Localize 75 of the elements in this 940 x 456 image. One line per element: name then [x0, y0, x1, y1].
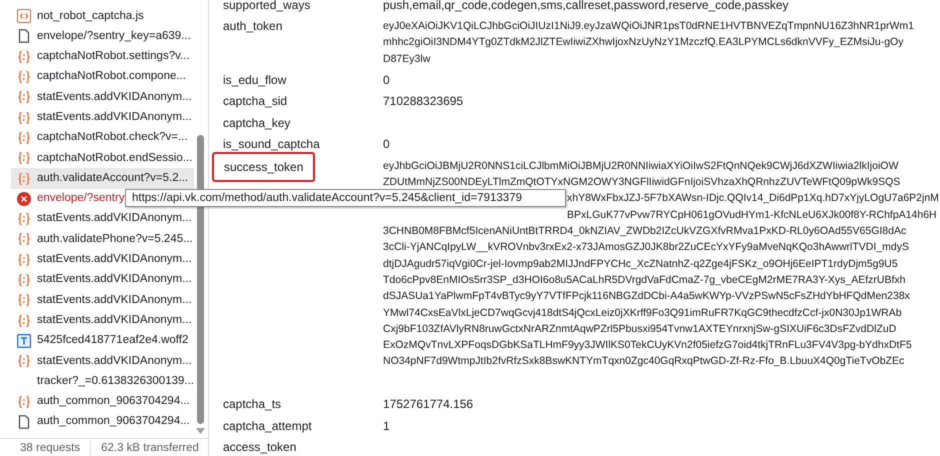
scroll-down-icon[interactable] [196, 428, 204, 434]
field-value-line: eyJ0eXAiOiJKV1QiLCJhbGciOiJIUzI1NiJ9.eyJzaWQiOiJNR1psT0dRNE1HVTBNVEZqTmpnNU16Z3hNR1prWm1 [383, 19, 914, 34]
braces-icon [17, 70, 31, 84]
request-row[interactable]: not_robot_captcha.js [11, 6, 194, 26]
field-key: supported_ways [223, 0, 310, 12]
braces-icon [17, 252, 31, 267]
request-row[interactable]: auth_common_9063704294... [11, 412, 194, 432]
field-value-line: ExOzMQvTnvLXPFoqsDGbKSaTLHmF9yy3JWIlKS0TekCUyKVn2f05iefzG7oid4tkjTRnFLu3FV4V3pg-bYdhxDtF5 [383, 338, 913, 354]
request-row[interactable]: statEvents.addVKIDAnonym... [11, 270, 194, 290]
field-value-line: push,email,qr_code,codegen,sms,callreset,password,reserve_code,passkey [383, 0, 789, 13]
braces-icon [17, 110, 31, 125]
request-row[interactable]: auth_common_9063704294... [11, 392, 194, 412]
request-count: 38 requests [20, 441, 92, 455]
field-key: captcha_sid [223, 93, 288, 110]
request-row[interactable]: captchaNotRobot.compone... [11, 66, 194, 88]
request-row[interactable]: captchaNotRobot.check?v=... [11, 128, 194, 148]
transferred-size: 62.3 kB transferred [100, 441, 199, 455]
braces-icon [17, 394, 31, 409]
field-value-line: 3CHNB0M8FBMcf5IcenANiUntBtTRRD4_0kNZIAV_ZWDb2IZcUkVZGXfvRMva1PxKD-RL0y6OAd55V65GI8dAc [383, 224, 908, 240]
field-value-line: ZDUtMmNjZS00NDEyLTlmZmQtOTYxNGM2OWY3NGFlIiwidGFnIjoiSVhzaXhQRnhzZUVTeWFtQ09pWk9SQS [383, 175, 902, 190]
braces-icon [17, 172, 31, 186]
request-row[interactable]: statEvents.addVKIDAnonym... [11, 310, 194, 331]
request-row[interactable]: statEvents.addVKIDAnonym... [11, 208, 194, 230]
field-key: is_sound_captcha [223, 136, 320, 152]
braces-icon [17, 354, 31, 368]
font-icon [17, 334, 31, 348]
script-icon [17, 9, 31, 24]
braces-icon [17, 151, 31, 166]
field-value-line: Cxj9bF103ZfAVlyRN8ruwGctxNrARZnmtAqwPZrl5Pbusxi954Tvnw1AXTEYnrxnjSw-gSIXUiF6c3DsFZvdDlZuD [383, 322, 898, 337]
field-key: captcha_key [223, 114, 290, 131]
field-value-line: BPxLGuK77vPvw7RYCpH061gOVudHYm1-KfcNLeU6XJk00f8Y-RChfpA14h6H [566, 208, 938, 223]
field-value-line: 1 [383, 418, 390, 434]
error-icon [17, 192, 31, 206]
url-tooltip: https://api.vk.com/method/auth.validateAccount?v=5.245&client_id=7913379 [125, 189, 566, 207]
field-value-line: Tdo6cPpv8EnMIOs5rr3SP_d3HOI6o8u5ACaLhR5DVrgdVaFdCmaZ-7g_vbeCEgM2rME7RA3Y-Xys_AEfzrUBfxh [383, 272, 907, 288]
braces-icon [17, 212, 31, 226]
request-row[interactable]: 5425fced418771eaf2e4.woff2 [11, 330, 194, 352]
field-value-line: eyJhbGciOiJBMjU2R0NNS1ciLCJlbmMiOiJBMjU2R0NNIiwiaXYiOiIwS2FtQnNQek9CWjJ6dXZWIiwia2lkIjoiOW [383, 158, 900, 174]
field-value-line: 1752761774.156 [383, 396, 474, 413]
request-row[interactable]: auth.validateAccount?v=5.2... [11, 168, 194, 189]
request-row[interactable]: statEvents.addVKIDAnonym... [11, 107, 194, 128]
field-key: is_edu_flow [223, 72, 286, 88]
request-row[interactable]: statEvents.addVKIDAnonym... [11, 351, 194, 372]
field-value-line: mhhc2giOiI3NDM4YTg0ZTdkM2JlZTEwIiwiZXhwIjoxNzUyNzY1MzczfQ.EA3LPYMCLs6dknVVFy_EZMsiJu-gOy [383, 35, 904, 50]
request-row[interactable]: statEvents.addVKIDAnonym... [11, 290, 194, 310]
request-row[interactable]: captchaNotRobot.settings?v... [11, 46, 194, 67]
request-row[interactable]: captchaNotRobot.endSessio... [11, 148, 194, 168]
field-value-line: dSJASUa1YaPlwmFpT4vBTyc9yY7VTfFPcjk116NBGZdDCbi-A4a5wKWYp-VVzPSwN5cFsZHdYbHFQdMen238x [383, 289, 911, 304]
braces-icon [17, 293, 31, 308]
field-value-line: 0 [383, 72, 390, 88]
field-key: auth_token [223, 18, 282, 34]
field-key: success_token [214, 154, 314, 180]
field-value-line: dtjDJAgudr57iqVgi0Cr-jel-Iovmp9ab2MIJJndFPYCHc_XcZNatnhZ-q2Zge4jFSKz_o9OHj6EeIPT1rdyDjm5g9U5 [383, 256, 899, 272]
field-value-line: 0 [383, 136, 390, 153]
document-icon [17, 29, 31, 44]
field-value-line: D87Ey3lw [383, 52, 432, 67]
request-row[interactable]: tracker?_=0.6138326300139... [11, 371, 194, 392]
braces-icon [17, 232, 31, 246]
braces-icon [17, 130, 31, 145]
braces-icon [17, 50, 31, 64]
braces-icon [17, 90, 31, 104]
field-value-line: 3cCli-YjANCqIpyLW__kVROVnbv3rxEx2-x73JAmosGZJ0JK8br2ZuCEcYxYFy9aMveNqKQo3hAwwrlTVDI_mdyS [383, 240, 910, 256]
request-row[interactable]: statEvents.addVKIDAnonym... [11, 87, 194, 108]
field-key: access_token [223, 439, 296, 456]
request-row[interactable]: envelope/?sentry_key=a639... [11, 26, 194, 47]
field-key: captcha_attempt [223, 418, 312, 434]
request-row[interactable]: auth.validatePhone?v=5.245... [11, 229, 194, 250]
field-key: captcha_ts [223, 396, 282, 412]
braces-icon [17, 273, 31, 287]
braces-icon [17, 314, 31, 328]
request-row[interactable]: statEvents.addVKIDAnonym... [11, 250, 194, 270]
field-value-line: NO34pNF7d9WtmpJtIb2fvRfzSxk8BswKNTYmTqxn0Zgc40GqRxqPtwGD-Zf-Rz-Ffo_B.LbuuX4Q0gTieTvObZEc [383, 354, 906, 370]
field-value-line: 710288323695 [383, 93, 464, 110]
field-value-line: YMwl74CxsEaVlxLjeCD7wqGcvj418dtS4jQcxLeiz0jXKrff9Fo3Q91imRuFR7KqGC9thecdfzCcf-jx0N30Jp1WRAb [383, 306, 903, 321]
document-icon [17, 415, 31, 430]
